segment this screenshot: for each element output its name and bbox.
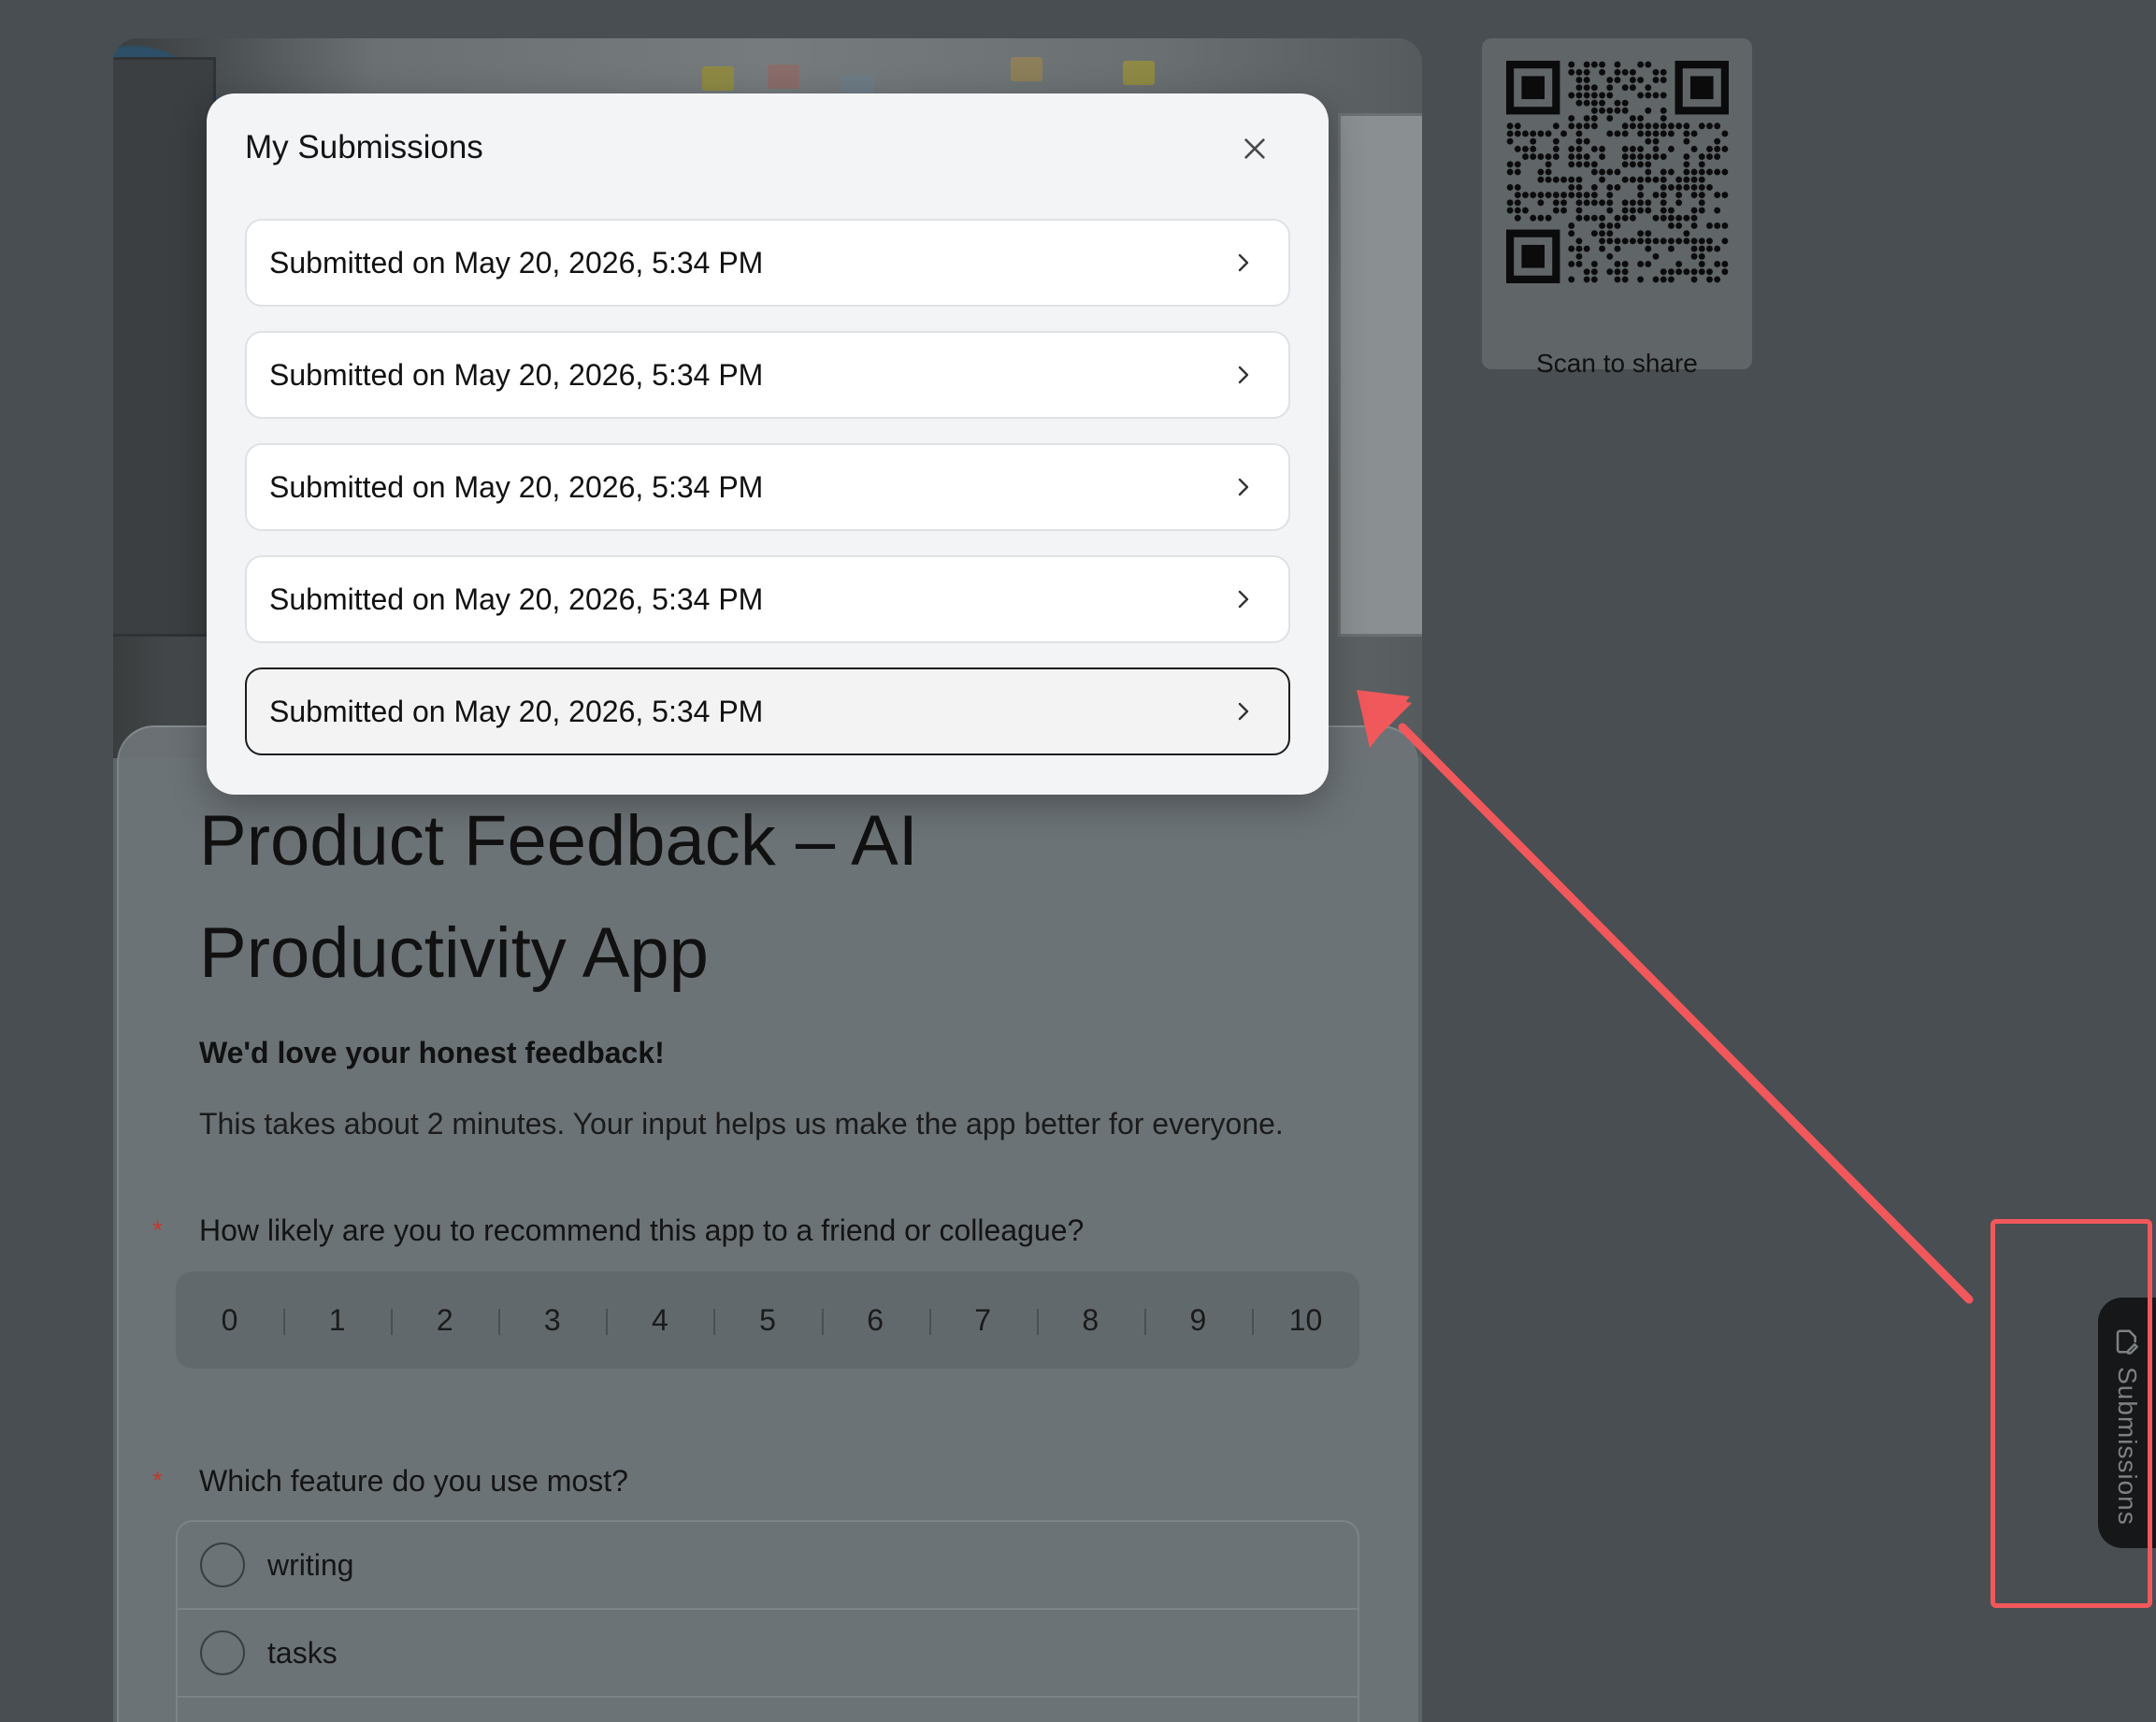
form-description: This takes about 2 minutes. Your input h…	[199, 1107, 1284, 1141]
cover-shelf-right	[1338, 113, 1422, 637]
qr-code-icon	[1506, 61, 1729, 283]
submission-item[interactable]: Submitted on May 20, 2026, 5:34 PM	[245, 219, 1290, 307]
page-background: Product Feedback – AI Productivity App W…	[0, 0, 2156, 1722]
feature-options: writing tasks	[176, 1520, 1359, 1722]
submission-label: Submitted on May 20, 2026, 5:34 PM	[269, 469, 764, 504]
feature-option-label: writing	[267, 1547, 354, 1582]
required-marker: *	[152, 1466, 163, 1495]
question-feature: Which feature do you use most?	[199, 1464, 628, 1498]
cover-sticky-note	[768, 65, 799, 89]
qr-caption: Scan to share	[1536, 349, 1698, 378]
modal-close-button[interactable]	[1233, 127, 1276, 170]
nps-scale: 0 1 2 3 4 5 6 7 8 9 10	[176, 1271, 1359, 1369]
my-submissions-modal: My Submissions Submitted on May 20, 2026…	[207, 93, 1329, 795]
modal-title: My Submissions	[245, 129, 483, 165]
chevron-right-icon	[1238, 702, 1249, 721]
form-subtitle: We'd love your honest feedback!	[199, 1036, 665, 1069]
nps-option-4[interactable]: 4	[606, 1271, 713, 1369]
chevron-right-icon	[1238, 253, 1249, 272]
submission-label: Submitted on May 20, 2026, 5:34 PM	[269, 694, 764, 728]
feature-option-tasks[interactable]: tasks	[178, 1610, 1358, 1698]
nps-option-6[interactable]: 6	[821, 1271, 929, 1369]
nps-option-10[interactable]: 10	[1251, 1271, 1359, 1369]
form-title: Product Feedback – AI Productivity App	[199, 801, 918, 993]
cover-sticky-note	[1123, 61, 1155, 85]
submission-label: Submitted on May 20, 2026, 5:34 PM	[269, 245, 764, 280]
close-icon	[1244, 138, 1265, 159]
radio-button[interactable]	[200, 1630, 245, 1675]
cover-bookshelf	[113, 57, 216, 637]
radio-button[interactable]	[200, 1543, 245, 1587]
chevron-right-icon	[1238, 590, 1249, 609]
cover-sticky-note	[1011, 57, 1042, 81]
feature-option-label: tasks	[267, 1635, 338, 1670]
qr-share-card: Scan to share	[1482, 38, 1752, 378]
submission-item[interactable]: Submitted on May 20, 2026, 5:34 PM	[245, 555, 1290, 643]
submission-label: Submitted on May 20, 2026, 5:34 PM	[269, 357, 764, 392]
question-recommend: How likely are you to recommend this app…	[199, 1213, 1085, 1247]
required-marker: *	[152, 1215, 163, 1244]
nps-option-2[interactable]: 2	[391, 1271, 498, 1369]
nps-option-5[interactable]: 5	[713, 1271, 821, 1369]
submission-item-active[interactable]: Submitted on May 20, 2026, 5:34 PM	[245, 667, 1290, 755]
chevron-right-icon	[1238, 478, 1249, 496]
nps-option-1[interactable]: 1	[283, 1271, 391, 1369]
cover-sticky-note	[702, 66, 734, 91]
chevron-right-icon	[1238, 366, 1249, 384]
nps-option-3[interactable]: 3	[498, 1271, 606, 1369]
submission-item[interactable]: Submitted on May 20, 2026, 5:34 PM	[245, 331, 1290, 419]
nps-option-9[interactable]: 9	[1143, 1271, 1252, 1369]
submission-item[interactable]: Submitted on May 20, 2026, 5:34 PM	[245, 443, 1290, 531]
nps-option-7[interactable]: 7	[928, 1271, 1037, 1369]
annotation-highlight-box	[1991, 1219, 2152, 1608]
nps-option-0[interactable]: 0	[176, 1271, 283, 1369]
nps-option-8[interactable]: 8	[1036, 1271, 1144, 1369]
submission-label: Submitted on May 20, 2026, 5:34 PM	[269, 581, 764, 616]
feature-option-writing[interactable]: writing	[178, 1522, 1358, 1610]
